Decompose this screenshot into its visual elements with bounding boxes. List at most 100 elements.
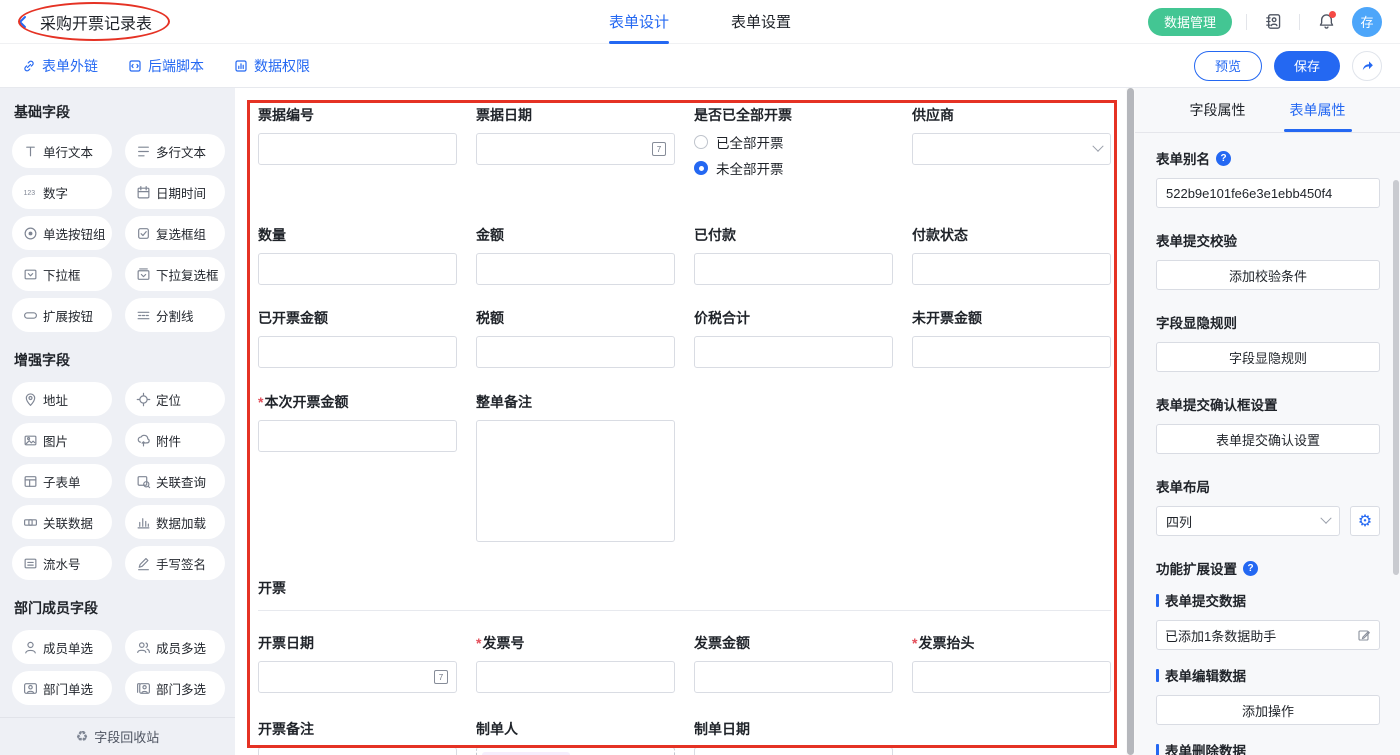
radio-option[interactable]: 已全部开票 bbox=[694, 129, 893, 155]
layout-select[interactable]: 四列 bbox=[1156, 506, 1340, 536]
field-quantity[interactable]: 数量 bbox=[258, 225, 457, 285]
field-invoiced-amount[interactable]: 已开票金额 bbox=[258, 308, 457, 368]
field-paid[interactable]: 已付款 bbox=[694, 225, 893, 285]
form-canvas[interactable]: 票据编号 票据日期 7 是否已全部开票 已全部开票 未全部开票 bbox=[235, 88, 1126, 755]
back-icon[interactable] bbox=[14, 13, 32, 31]
field-fully-invoiced[interactable]: 是否已全部开票 已全部开票 未全部开票 bbox=[694, 105, 893, 181]
visibility-rules-button[interactable]: 字段显隐规则 bbox=[1156, 342, 1380, 372]
avatar[interactable]: 存 bbox=[1352, 7, 1382, 37]
field-order-remark[interactable]: 整单备注 bbox=[476, 392, 675, 542]
field-bill-number[interactable]: 票据编号 bbox=[258, 105, 457, 181]
palette-item-select[interactable]: 下拉框 bbox=[12, 257, 112, 291]
tab-form-design[interactable]: 表单设计 bbox=[609, 0, 669, 44]
palette-item-extend-button[interactable]: 扩展按钮 bbox=[12, 298, 112, 332]
palette-item-checkbox-group[interactable]: 复选框组 bbox=[125, 216, 225, 250]
field-invoice-date[interactable]: 开票日期 7 bbox=[258, 633, 457, 693]
date-input[interactable]: 2023-01-05 7 bbox=[694, 747, 893, 755]
palette-item-divider[interactable]: 分割线 bbox=[125, 298, 225, 332]
field-bill-date[interactable]: 票据日期 7 bbox=[476, 105, 675, 181]
section-invoicing[interactable]: 开票 bbox=[258, 572, 1111, 611]
field-payment-status[interactable]: 付款状态 bbox=[912, 225, 1111, 285]
text-input[interactable] bbox=[694, 661, 893, 693]
palette-item-serial-number[interactable]: 流水号 bbox=[12, 546, 112, 580]
canvas-scrollbar[interactable] bbox=[1126, 88, 1135, 755]
date-input[interactable]: 7 bbox=[258, 661, 457, 693]
text-input[interactable] bbox=[694, 336, 893, 368]
text-input[interactable] bbox=[476, 253, 675, 285]
palette-item-dept-multi[interactable]: 部门多选 bbox=[125, 671, 225, 705]
help-icon[interactable]: ? bbox=[1216, 151, 1231, 166]
palette-item-linked-query[interactable]: 关联查询 bbox=[125, 464, 225, 498]
textarea-input[interactable] bbox=[476, 420, 675, 542]
data-assistant-box[interactable]: 已添加1条数据助手 bbox=[1156, 620, 1380, 650]
text-input[interactable] bbox=[912, 253, 1111, 285]
text-input[interactable] bbox=[694, 253, 893, 285]
radio-selected-icon[interactable] bbox=[694, 161, 708, 175]
palette-item-signature[interactable]: 手写签名 bbox=[125, 546, 225, 580]
text-input[interactable] bbox=[912, 661, 1111, 693]
palette-item-image[interactable]: 图片 bbox=[12, 423, 112, 457]
field-supplier[interactable]: 供应商 bbox=[912, 105, 1111, 181]
palette-item-subform[interactable]: 子表单 bbox=[12, 464, 112, 498]
palette-item-radio-group[interactable]: 单选按钮组 bbox=[12, 216, 112, 250]
palette-item-location[interactable]: 定位 bbox=[125, 382, 225, 416]
tab-field-properties[interactable]: 字段属性 bbox=[1190, 88, 1246, 132]
field-amount[interactable]: 金额 bbox=[476, 225, 675, 285]
palette-item-linked-data[interactable]: 关联数据 bbox=[12, 505, 112, 539]
tab-form-properties[interactable]: 表单属性 bbox=[1290, 88, 1346, 132]
palette-item-single-line-text[interactable]: 单行文本 bbox=[12, 134, 112, 168]
bell-icon[interactable] bbox=[1314, 10, 1338, 34]
layout-settings-button[interactable]: ⚙ bbox=[1350, 506, 1380, 536]
form-external-link[interactable]: 表单外链 bbox=[22, 56, 98, 76]
palette-item-data-load[interactable]: 数据加载 bbox=[125, 505, 225, 539]
palette-item-multi-select[interactable]: 下拉复选框 bbox=[125, 257, 225, 291]
form-alias-input[interactable]: 522b9e101fe6e3e1ebb450f4 bbox=[1156, 178, 1380, 208]
text-input[interactable] bbox=[912, 336, 1111, 368]
select-input[interactable] bbox=[912, 133, 1111, 165]
field-invoice-amount[interactable]: 发票金额 bbox=[694, 633, 893, 693]
palette-item-multi-line-text[interactable]: 多行文本 bbox=[125, 134, 225, 168]
contacts-icon[interactable] bbox=[1261, 10, 1285, 34]
text-input[interactable] bbox=[258, 420, 457, 452]
field-total-with-tax[interactable]: 价税合计 bbox=[694, 308, 893, 368]
field-uninvoiced-amount[interactable]: 未开票金额 bbox=[912, 308, 1111, 368]
field-invoice-title[interactable]: *发票抬头 bbox=[912, 633, 1111, 693]
field-recycle-bin[interactable]: ♻ 字段回收站 bbox=[0, 717, 235, 755]
text-input[interactable] bbox=[258, 253, 457, 285]
share-button[interactable] bbox=[1352, 51, 1382, 81]
panel-scrollbar[interactable] bbox=[1393, 180, 1399, 575]
field-invoice-remark[interactable]: 开票备注 bbox=[258, 719, 457, 755]
user-input[interactable]: 户 当前用户 bbox=[476, 747, 675, 755]
data-permission-link[interactable]: 数据权限 bbox=[234, 56, 310, 76]
field-creator[interactable]: 制单人 户 当前用户 bbox=[476, 719, 675, 755]
field-creation-date[interactable]: 制单日期 2023-01-05 7 bbox=[694, 719, 893, 755]
add-edit-operation-button[interactable]: 添加操作 bbox=[1156, 695, 1380, 725]
palette-item-datetime[interactable]: 日期时间 bbox=[125, 175, 225, 209]
radio-option[interactable]: 未全部开票 bbox=[694, 155, 893, 181]
palette-item-attachment[interactable]: 附件 bbox=[125, 423, 225, 457]
backend-script-link[interactable]: 后端脚本 bbox=[128, 56, 204, 76]
text-input[interactable] bbox=[258, 747, 457, 755]
palette-item-member-multi[interactable]: 成员多选 bbox=[125, 630, 225, 664]
tab-form-settings[interactable]: 表单设置 bbox=[731, 0, 791, 44]
field-tax-amount[interactable]: 税额 bbox=[476, 308, 675, 368]
save-button[interactable]: 保存 bbox=[1274, 51, 1340, 81]
radio-unselected-icon[interactable] bbox=[694, 135, 708, 149]
field-current-invoice-amount[interactable]: *本次开票金额 bbox=[258, 392, 457, 542]
add-validation-button[interactable]: 添加校验条件 bbox=[1156, 260, 1380, 290]
palette-item-number[interactable]: 123数字 bbox=[12, 175, 112, 209]
text-input[interactable] bbox=[258, 336, 457, 368]
page-title[interactable]: 采购开票记录表 bbox=[40, 10, 152, 34]
palette-item-member-single[interactable]: 成员单选 bbox=[12, 630, 112, 664]
edit-icon[interactable] bbox=[1357, 628, 1371, 642]
date-input[interactable]: 7 bbox=[476, 133, 675, 165]
preview-button[interactable]: 预览 bbox=[1194, 51, 1262, 81]
palette-item-dept-single[interactable]: 部门单选 bbox=[12, 671, 112, 705]
text-input[interactable] bbox=[476, 336, 675, 368]
data-manage-button[interactable]: 数据管理 bbox=[1148, 8, 1232, 36]
help-icon[interactable]: ? bbox=[1243, 561, 1258, 576]
text-input[interactable] bbox=[476, 661, 675, 693]
field-invoice-number[interactable]: *发票号 bbox=[476, 633, 675, 693]
submit-confirm-button[interactable]: 表单提交确认设置 bbox=[1156, 424, 1380, 454]
palette-item-address[interactable]: 地址 bbox=[12, 382, 112, 416]
